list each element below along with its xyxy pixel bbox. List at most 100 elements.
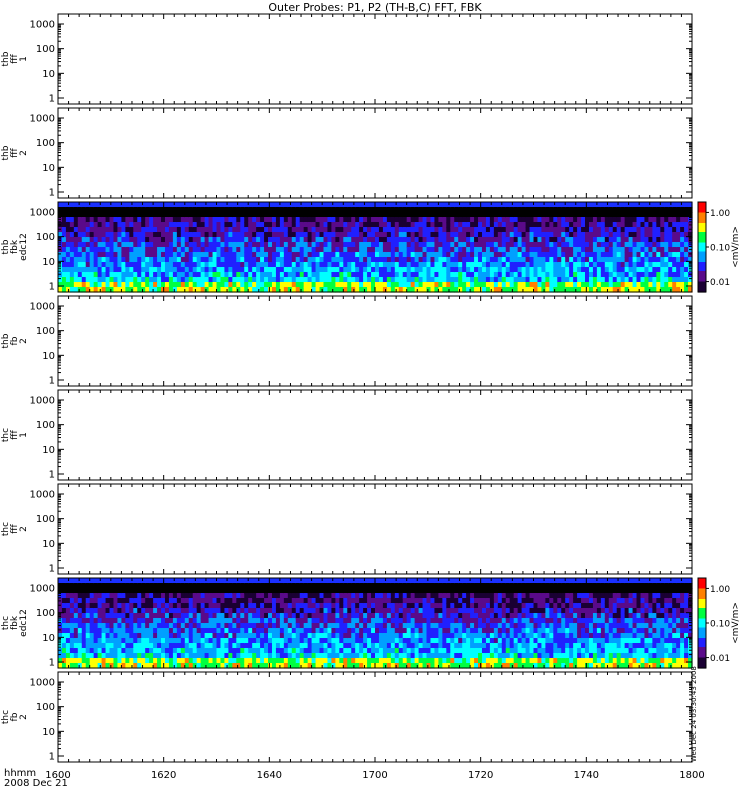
- spectrogram-cell: [236, 267, 241, 273]
- spectrogram-cell: [283, 277, 289, 283]
- spectrogram-cell: [363, 257, 368, 263]
- spectrogram-cell: [462, 212, 467, 218]
- spectrogram-cell: [77, 583, 83, 589]
- spectrogram-cell: [390, 217, 396, 223]
- spectrogram-cell: [676, 262, 681, 268]
- spectrogram-cell: [212, 613, 218, 619]
- spectrogram-cell: [248, 247, 253, 253]
- spectrogram-cell: [371, 222, 376, 228]
- spectrogram-cell: [485, 207, 491, 213]
- spectrogram-cell: [347, 227, 352, 233]
- spectrogram-cell: [592, 212, 598, 218]
- spectrogram-cell: [244, 593, 249, 599]
- spectrogram-cell: [141, 222, 146, 228]
- spectrogram-cell: [58, 202, 63, 208]
- spectrogram-cell: [545, 207, 550, 213]
- spectrogram-cell: [101, 598, 107, 604]
- y-tick-label: 10: [42, 539, 55, 550]
- spectrogram-cell: [585, 232, 590, 238]
- spectrogram-cell: [65, 623, 71, 629]
- spectrogram-cell: [176, 207, 182, 213]
- spectrogram-cell: [141, 257, 146, 263]
- spectrogram-cell: [640, 207, 646, 213]
- spectrogram-cell: [196, 583, 202, 589]
- spectrogram-cell: [505, 207, 511, 213]
- spectrogram-cell: [489, 242, 495, 248]
- spectrogram-cell: [307, 277, 313, 283]
- spectrogram-cell: [224, 262, 229, 268]
- spectrogram-cell: [180, 593, 186, 599]
- spectrogram-cell: [489, 267, 495, 273]
- spectrogram-cell: [220, 267, 226, 273]
- spectrogram-cell: [93, 633, 99, 639]
- spectrogram-cell: [529, 277, 535, 283]
- spectrogram-cell: [188, 638, 194, 644]
- spectrogram-cell: [256, 207, 261, 213]
- spectrogram-cell: [252, 578, 257, 584]
- spectrogram-cell: [73, 207, 79, 213]
- spectrogram-cell: [303, 252, 309, 258]
- spectrogram-cell: [125, 643, 130, 649]
- spectrogram-cell: [620, 222, 626, 228]
- spectrogram-cell: [97, 242, 103, 248]
- spectrogram-cell: [248, 648, 253, 654]
- spectrogram-cell: [212, 252, 218, 258]
- spectrogram-cell: [608, 272, 614, 278]
- spectrogram-cell: [65, 583, 71, 589]
- spectrogram-cell: [153, 638, 158, 644]
- spectrogram-cell: [204, 277, 210, 283]
- spectrogram-cell: [501, 242, 507, 248]
- spectrogram-cell: [371, 267, 376, 273]
- spectrogram-cell: [620, 257, 626, 263]
- spectrogram-cell: [184, 237, 190, 243]
- spectrogram-cell: [220, 578, 226, 584]
- panel-1: 1101001000thb fff 1: [1, 13, 693, 105]
- spectrogram-cell: [172, 232, 178, 238]
- spectrogram-cell: [347, 257, 352, 263]
- spectrogram-cell: [355, 247, 360, 253]
- spectrogram-cell: [493, 227, 499, 233]
- spectrogram-cell: [600, 217, 606, 223]
- spectrogram-cell: [470, 212, 475, 218]
- spectrogram-cell: [513, 277, 519, 283]
- spectrogram-cell: [418, 227, 424, 233]
- spectrogram-cell: [355, 272, 360, 278]
- spectrogram-cell: [141, 648, 146, 654]
- spectrogram-cell: [291, 212, 297, 218]
- spectrogram-cell: [113, 603, 119, 609]
- spectrogram-cell: [105, 588, 111, 594]
- spectrogram-cell: [61, 242, 67, 248]
- spectrogram-cell: [121, 628, 126, 634]
- spectrogram-cell: [501, 237, 507, 243]
- spectrogram-3: [58, 202, 693, 293]
- spectrogram-cell: [220, 648, 226, 654]
- spectrogram-cell: [375, 262, 380, 268]
- spectrogram-cell: [434, 277, 439, 283]
- spectrogram-cell: [553, 207, 558, 213]
- spectrogram-cell: [161, 277, 166, 283]
- spectrogram-cell: [157, 202, 162, 208]
- spectrogram-cell: [355, 207, 360, 213]
- spectrogram-cell: [77, 242, 83, 248]
- spectrogram-cell: [668, 232, 673, 238]
- spectrogram-cell: [474, 232, 479, 238]
- spectrogram-cell: [275, 282, 281, 288]
- spectrogram-cell: [58, 628, 63, 634]
- spectrogram-cell: [61, 262, 67, 268]
- spectrogram-cell: [616, 267, 622, 273]
- spectrogram-cell: [394, 222, 400, 228]
- spectrogram-cell: [382, 242, 388, 248]
- spectrogram-cell: [608, 222, 614, 228]
- spectrogram-cell: [355, 202, 360, 208]
- spectrogram-cell: [264, 217, 269, 223]
- spectrogram-cell: [307, 282, 313, 288]
- spectrogram-cell: [212, 638, 218, 644]
- spectrogram-cell: [133, 628, 138, 634]
- spectrogram-cell: [656, 217, 661, 223]
- spectrogram-cell: [192, 638, 198, 644]
- spectrogram-cell: [375, 227, 380, 233]
- spectrogram-cell: [315, 282, 321, 288]
- spectrogram-cell: [462, 237, 467, 243]
- spectrogram-cell: [224, 618, 229, 624]
- spectrogram-cell: [474, 282, 479, 288]
